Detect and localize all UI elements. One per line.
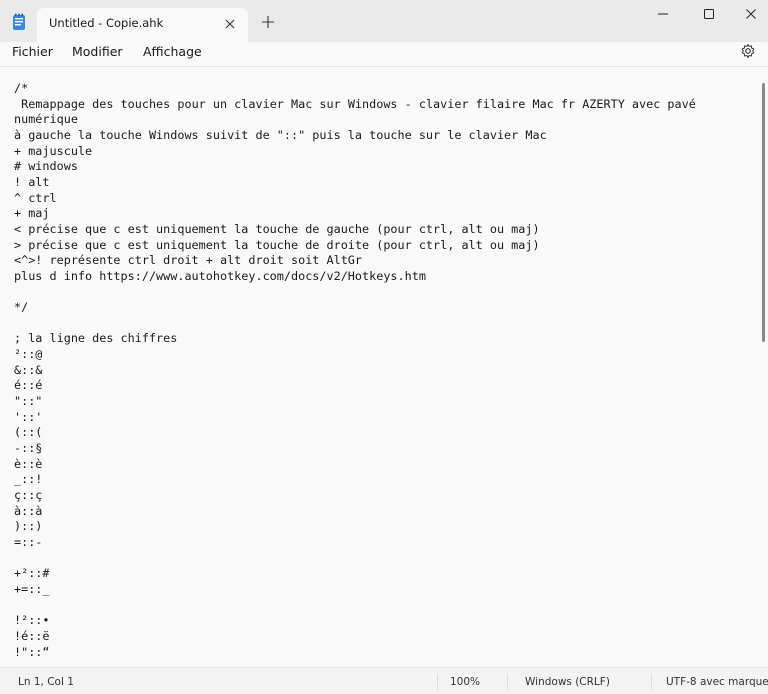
gear-icon[interactable] <box>740 43 756 59</box>
editor-line: é::é <box>14 378 43 393</box>
editor-line: +²::# <box>14 566 50 581</box>
status-bar: Ln 1, Col 1 100% Windows (CRLF) UTF-8 av… <box>0 667 768 694</box>
editor-line: à gauche la touche Windows suivit de "::… <box>14 127 547 142</box>
close-icon <box>746 9 756 19</box>
editor-line: ^ ctrl <box>14 190 57 205</box>
editor-line: /* <box>14 81 29 95</box>
editor-line: ç::ç <box>14 488 43 503</box>
editor-line: > précise que c est uniquement la touche… <box>14 237 540 252</box>
plus-icon[interactable] <box>260 14 276 30</box>
vertical-scrollbar[interactable] <box>762 83 765 342</box>
editor-content[interactable]: /* Remappage des touches pour un clavier… <box>14 81 749 660</box>
editor-line: !²::• <box>14 613 50 628</box>
editor-line: + maj <box>14 206 50 221</box>
editor-line: !é::ë <box>14 628 50 643</box>
editor-line: &::& <box>14 362 43 377</box>
menu-bar: Fichier Modifier Affichage <box>0 42 768 67</box>
close-icon[interactable] <box>223 17 237 31</box>
zoom-level[interactable]: 100% <box>450 676 480 688</box>
menu-file[interactable]: Fichier <box>12 44 53 59</box>
title-bar: Untitled - Copie.ahk <box>0 0 768 42</box>
editor-line: plus d info https://www.autohotkey.com/d… <box>14 268 426 283</box>
minimize-button[interactable] <box>640 0 686 30</box>
maximize-button[interactable] <box>686 0 732 30</box>
editor-line: < précise que c est uniquement la touche… <box>14 221 540 236</box>
editor-line: +=::_ <box>14 581 50 596</box>
editor-line: )::) <box>14 519 43 534</box>
editor-line: ! alt <box>14 174 50 189</box>
editor-line: + majuscule <box>14 143 93 158</box>
editor-line: */ <box>14 300 29 315</box>
encoding[interactable]: UTF-8 avec marque d <box>666 676 768 688</box>
editor-line: à::à <box>14 503 43 518</box>
editor-line: !"::“ <box>14 644 50 659</box>
editor-line: (::( <box>14 425 43 440</box>
status-divider <box>437 674 438 690</box>
close-window-button[interactable] <box>728 0 768 30</box>
editor-line: '::' <box>14 409 43 424</box>
maximize-icon <box>704 9 714 19</box>
editor-line: -::§ <box>14 441 43 456</box>
cursor-position: Ln 1, Col 1 <box>18 676 74 688</box>
tab-title: Untitled - Copie.ahk <box>49 16 164 30</box>
editor-line: "::" <box>14 394 43 409</box>
editor-line: _::! <box>14 472 43 487</box>
tab-document[interactable]: Untitled - Copie.ahk <box>37 8 248 42</box>
line-ending[interactable]: Windows (CRLF) <box>525 676 610 688</box>
editor-line: Remappage des touches pour un clavier Ma… <box>14 96 703 127</box>
editor-line: <^>! représente ctrl droit + alt droit s… <box>14 253 363 268</box>
editor-line: # windows <box>14 159 78 174</box>
minimize-icon <box>658 13 668 15</box>
editor-line: =::- <box>14 535 43 549</box>
notepad-window: Untitled - Copie.ahk Fichier Modifier Af… <box>0 0 768 694</box>
menu-view[interactable]: Affichage <box>143 44 202 59</box>
notepad-icon <box>13 13 25 30</box>
text-editor[interactable]: /* Remappage des touches pour un clavier… <box>0 67 768 667</box>
editor-line: ²::@ <box>14 347 43 362</box>
status-divider <box>507 674 508 690</box>
editor-line: è::è <box>14 456 43 471</box>
menu-edit[interactable]: Modifier <box>72 44 123 59</box>
status-divider <box>651 674 652 690</box>
editor-line: ; la ligne des chiffres <box>14 331 178 346</box>
